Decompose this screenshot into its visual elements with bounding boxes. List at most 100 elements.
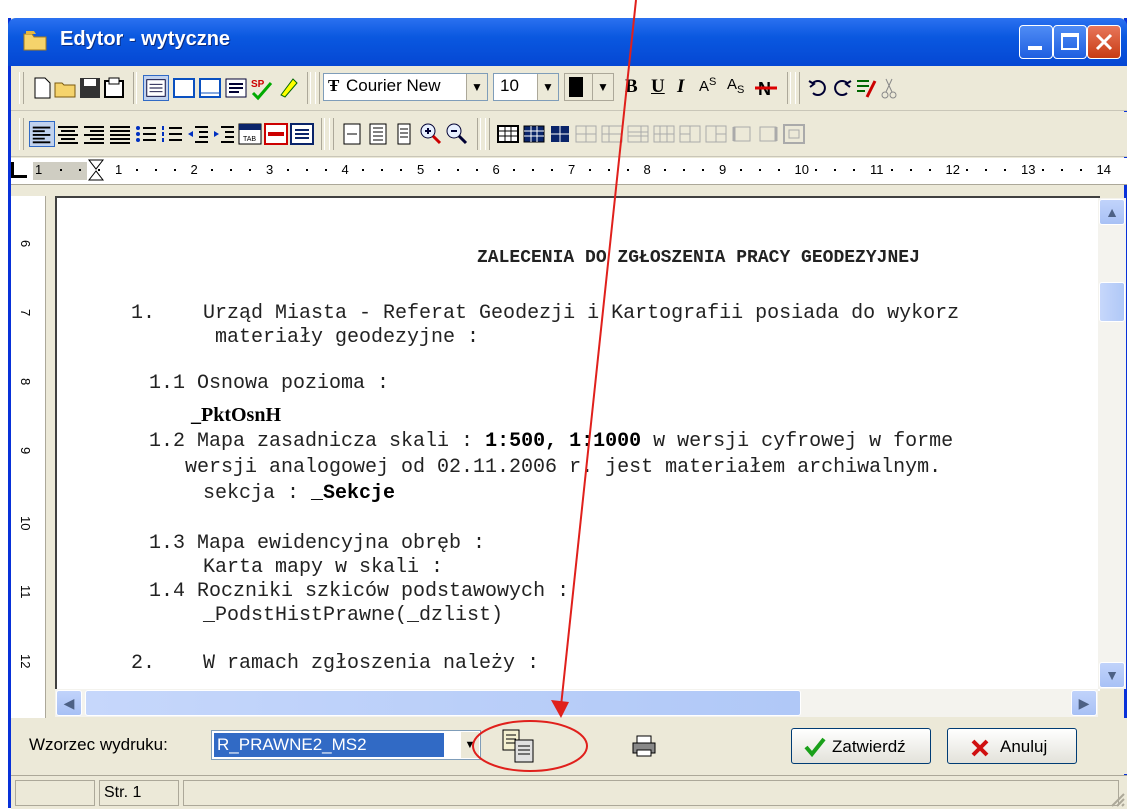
ruler-tick-dot bbox=[966, 169, 969, 171]
increase-indent-icon[interactable] bbox=[211, 121, 237, 147]
underline-button[interactable]: U bbox=[651, 76, 665, 98]
table-grid-icon[interactable] bbox=[547, 121, 573, 147]
paragraph-border-icon[interactable] bbox=[263, 121, 289, 147]
undo-icon[interactable] bbox=[805, 75, 831, 101]
cell-border-left-icon bbox=[732, 126, 751, 142]
ruler-tick-label: 4 bbox=[341, 162, 349, 177]
doc-line: _PodstHistPrawne(_dzlist) bbox=[203, 604, 504, 627]
bullet-list-icon[interactable] bbox=[133, 121, 159, 147]
ruler-tick-dot bbox=[588, 169, 591, 171]
strikethrough-icon[interactable]: N bbox=[753, 75, 779, 101]
chevron-down-icon[interactable]: ▼ bbox=[537, 74, 558, 100]
scroll-right-icon[interactable]: ▶ bbox=[1071, 690, 1097, 716]
maximize-button[interactable] bbox=[1053, 25, 1087, 59]
tab-stops-icon[interactable]: TAB bbox=[237, 121, 263, 147]
ruler-tick-dot bbox=[815, 169, 818, 171]
bold-button[interactable]: B bbox=[625, 76, 638, 98]
font-size-select[interactable]: 10 ▼ bbox=[493, 73, 559, 101]
chevron-down-icon[interactable]: ▼ bbox=[461, 732, 479, 758]
resize-grip-icon[interactable] bbox=[1109, 791, 1125, 807]
ruler-tick-dot bbox=[551, 169, 554, 171]
layout-normal-icon[interactable] bbox=[143, 75, 169, 101]
ruler-tick-dot bbox=[400, 169, 403, 171]
ruler-tick-dot bbox=[532, 169, 535, 171]
chevron-down-icon[interactable]: ▼ bbox=[466, 74, 487, 100]
insert-table-icon[interactable] bbox=[495, 121, 521, 147]
horizontal-ruler[interactable]: 1 1 2 3 4 5 6 7 8 9 10 11 12 13 14 bbox=[11, 158, 1127, 185]
scroll-down-icon[interactable]: ▼ bbox=[1099, 662, 1125, 688]
align-right-icon[interactable] bbox=[81, 121, 107, 147]
vertical-scrollbar[interactable]: ▲ ▼ bbox=[1098, 198, 1126, 689]
text-color-select[interactable]: ▼ bbox=[564, 73, 614, 101]
confirm-button[interactable]: Zatwierdź bbox=[791, 728, 931, 764]
scissors-icon[interactable] bbox=[877, 75, 903, 101]
vertical-ruler-tick-label: 8 bbox=[18, 378, 33, 386]
bottom-bar: Wzorzec wydruku: R_PRAWNE2_MS2 ▼ Zatwier… bbox=[11, 718, 1127, 774]
font-name-select[interactable]: Ŧ Courier New ▼ bbox=[323, 73, 488, 101]
align-justify-icon[interactable] bbox=[107, 121, 133, 147]
redo-icon[interactable] bbox=[829, 75, 855, 101]
table-properties-icon[interactable] bbox=[521, 121, 547, 147]
doc-line-1-2: 1.2 Mapa zasadnicza skali : 1:500, 1:100… bbox=[149, 430, 954, 453]
layout-page-icon[interactable] bbox=[171, 75, 197, 101]
highlight-pen-icon[interactable] bbox=[275, 75, 301, 101]
page-text-icon[interactable] bbox=[391, 121, 417, 147]
edit-text-icon[interactable] bbox=[853, 75, 879, 101]
printer-icon[interactable] bbox=[631, 734, 657, 758]
zoom-in-icon[interactable] bbox=[417, 121, 443, 147]
tab-selector-icon[interactable] bbox=[11, 162, 27, 178]
layout-web-icon[interactable] bbox=[223, 75, 249, 101]
chevron-down-icon[interactable]: ▼ bbox=[592, 74, 613, 100]
horizontal-scrollbar[interactable]: ◀ ▶ bbox=[55, 689, 1098, 717]
doc-field-pktosn: _PktOsnH bbox=[191, 404, 282, 426]
template-select[interactable]: R_PRAWNE2_MS2 ▼ bbox=[211, 730, 481, 760]
ruler-tick-dot bbox=[777, 169, 780, 171]
align-center-icon[interactable] bbox=[55, 121, 81, 147]
numbered-list-icon[interactable] bbox=[159, 121, 185, 147]
vertical-ruler-tick-label: 6 bbox=[18, 240, 33, 248]
status-panel-main bbox=[183, 780, 1119, 806]
page-indicator: Str. 1 bbox=[99, 780, 179, 806]
insert-row-icon bbox=[575, 125, 597, 143]
ruler-tick-label: 7 bbox=[568, 162, 576, 177]
svg-text:SP: SP bbox=[251, 79, 265, 90]
ruler-tick-label: 1 bbox=[115, 162, 123, 177]
doc-line: 1.1 Osnowa pozioma : bbox=[149, 372, 390, 395]
subscript-button[interactable]: AS bbox=[727, 76, 744, 96]
document-area[interactable]: ZALECENIA DO ZGŁOSZENIA PRACY GEODEZYJNE… bbox=[55, 196, 1100, 691]
save-icon[interactable] bbox=[77, 75, 103, 101]
spellcheck-icon[interactable]: SP bbox=[249, 75, 275, 101]
ruler-tick-dot bbox=[211, 169, 214, 171]
italic-button[interactable]: I bbox=[677, 76, 684, 98]
zoom-out-icon[interactable] bbox=[443, 121, 469, 147]
align-left-icon[interactable] bbox=[29, 121, 55, 147]
ruler-tick-dot bbox=[456, 169, 459, 171]
page-header-icon[interactable] bbox=[365, 121, 391, 147]
scroll-left-icon[interactable]: ◀ bbox=[56, 690, 82, 716]
doc-line: 2. W ramach zgłoszenia należy : bbox=[131, 652, 540, 675]
page-icon[interactable] bbox=[339, 121, 365, 147]
doc-line: 1. Urząd Miasta - Referat Geodezji i Kar… bbox=[131, 302, 960, 325]
indent-marker-icon[interactable] bbox=[87, 158, 105, 184]
new-document-icon[interactable] bbox=[29, 75, 55, 101]
print-preview-icon[interactable] bbox=[101, 75, 127, 101]
ruler-tick-dot bbox=[1060, 169, 1063, 171]
close-button[interactable] bbox=[1087, 25, 1121, 59]
title-bar[interactable]: Edytor - wytyczne bbox=[8, 18, 1127, 66]
vertical-ruler[interactable]: 678910111213 bbox=[11, 196, 46, 737]
copy-template-icon[interactable] bbox=[497, 728, 537, 764]
ruler-tick-label: 3 bbox=[266, 162, 274, 177]
scroll-up-icon[interactable]: ▲ bbox=[1099, 199, 1125, 225]
truetype-icon: Ŧ bbox=[328, 76, 340, 95]
vertical-scroll-thumb[interactable] bbox=[1099, 282, 1125, 322]
superscript-button[interactable]: AS bbox=[699, 76, 716, 95]
horizontal-scroll-thumb[interactable] bbox=[85, 690, 801, 716]
paragraph-spacing-icon[interactable] bbox=[289, 121, 315, 147]
toolbar-grip[interactable] bbox=[19, 72, 24, 104]
layout-outline-icon[interactable] bbox=[197, 75, 223, 101]
open-folder-icon[interactable] bbox=[53, 75, 79, 101]
minimize-button[interactable] bbox=[1019, 25, 1053, 59]
decrease-indent-icon[interactable] bbox=[185, 121, 211, 147]
ruler-tick-dot bbox=[362, 169, 365, 171]
cancel-button[interactable]: Anuluj bbox=[947, 728, 1077, 764]
